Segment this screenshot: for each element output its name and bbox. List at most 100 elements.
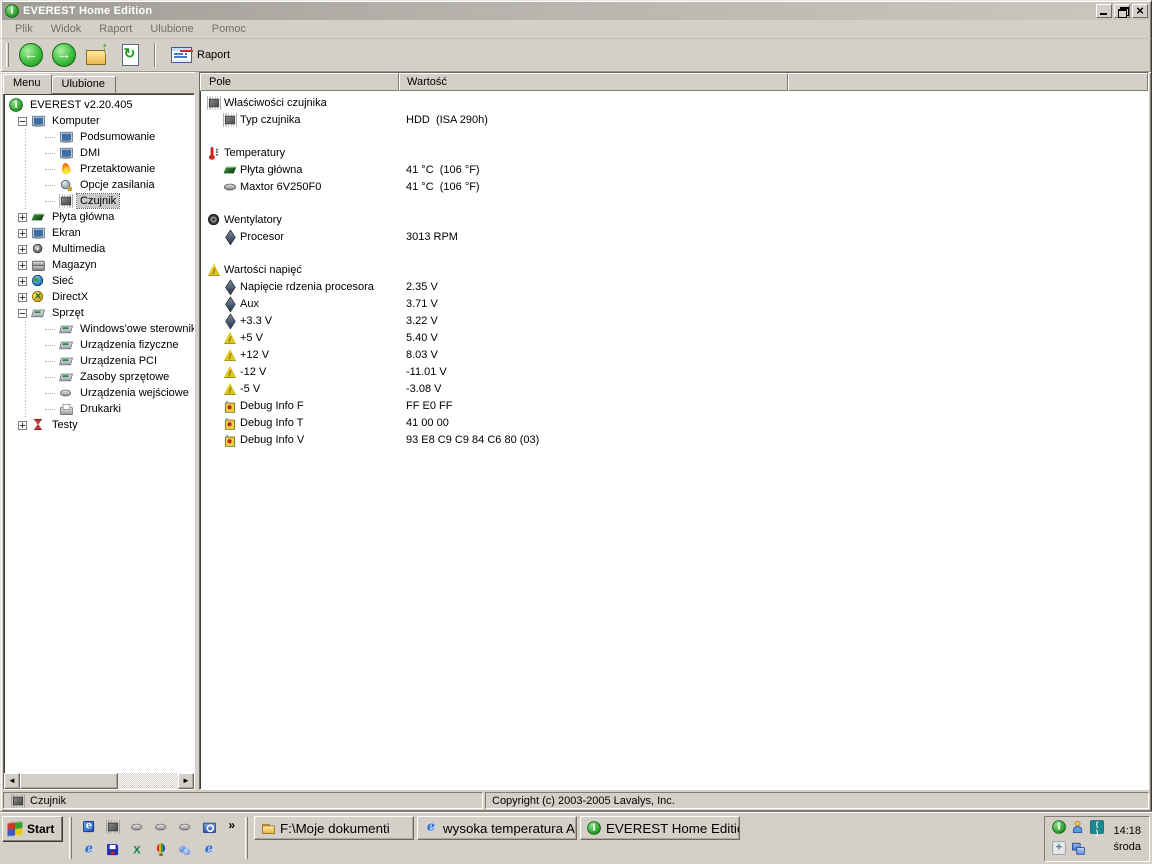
start-button[interactable]: Start — [2, 816, 64, 842]
tree-item-czujnik[interactable]: Czujnik — [4, 193, 194, 209]
column-header-wartosc[interactable]: Wartość — [399, 73, 788, 91]
quicklaunch-mouse-icon[interactable] — [126, 816, 148, 838]
expand-toggle-icon[interactable] — [18, 274, 27, 290]
item-row-+3.3-v[interactable]: +3.3 V 3.22 V — [200, 312, 1148, 329]
tree-frame: EVEREST v2.20.405 Komputer Podsumowanie DMI… — [3, 93, 195, 790]
restore-button[interactable] — [1114, 4, 1130, 18]
back-button[interactable] — [16, 41, 46, 69]
forward-button[interactable] — [49, 41, 79, 69]
tree-item-multimedia[interactable]: Multimedia — [4, 241, 194, 258]
expand-toggle-icon[interactable] — [18, 418, 27, 434]
expand-toggle-icon[interactable] — [18, 242, 27, 258]
tree-item-zasoby-sprzętowe[interactable]: Zasoby sprzętowe — [4, 369, 194, 385]
tree-item-ekran[interactable]: Ekran — [4, 225, 194, 242]
item-row-+12-v[interactable]: +12 V 8.03 V — [200, 346, 1148, 363]
menu-item-ulubione[interactable]: Ulubione — [142, 21, 201, 37]
tray-user-icon[interactable] — [1070, 819, 1086, 838]
quicklaunch-chip-icon[interactable] — [102, 816, 124, 838]
item-row-napięcie-rdzenia-procesora[interactable]: Napięcie rdzenia procesora 2.35 V — [200, 278, 1148, 295]
tree-item-płyta-główna[interactable]: Płyta główna — [4, 209, 194, 226]
tree-item-urządzenia-fizyczne[interactable]: Urządzenia fizyczne — [4, 337, 194, 353]
task-button-everest-home-edition[interactable]: EVEREST Home Edition — [580, 816, 741, 840]
close-button[interactable] — [1132, 3, 1148, 18]
collapse-toggle-icon[interactable] — [18, 114, 27, 130]
tray-everest-tray-icon[interactable] — [1051, 819, 1067, 838]
tree-item-magazyn[interactable]: Magazyn — [4, 257, 194, 274]
quicklaunch-ie-icon[interactable] — [78, 839, 100, 861]
menu-item-plik[interactable]: Plik — [7, 21, 41, 37]
tree-item-komputer[interactable]: Komputer — [4, 113, 194, 130]
tray-network-tray-icon[interactable] — [1070, 840, 1086, 859]
mouse-icon — [131, 820, 145, 834]
scrollbar-track[interactable] — [20, 773, 178, 789]
tree-horizontal-scrollbar[interactable]: ◄ ► — [4, 773, 194, 789]
item-row-5-v[interactable]: -5 V -3.08 V — [200, 380, 1148, 397]
quicklaunch-overflow-chevron[interactable]: » — [222, 816, 239, 832]
expand-toggle-icon[interactable] — [18, 210, 27, 226]
section-row-wartości-napięć[interactable]: Wartości napięć — [200, 261, 1148, 278]
taskband-grip[interactable] — [245, 817, 249, 859]
tree-item-label: Drukarki — [80, 403, 121, 415]
task-button-wysoka-temperatura-au...[interactable]: wysoka temperatura AU... — [417, 816, 578, 840]
scroll-left-icon[interactable]: ◄ — [4, 773, 20, 789]
quicklaunch-outlook-express-icon[interactable] — [78, 816, 100, 838]
section-row-wentylatory[interactable]: Wentylatory — [200, 211, 1148, 228]
report-button[interactable]: Raport — [165, 41, 239, 69]
item-row-12-v[interactable]: -12 V -11.01 V — [200, 363, 1148, 380]
quicklaunch-balloon-icon[interactable] — [150, 839, 172, 861]
expand-toggle-icon[interactable] — [18, 290, 27, 306]
tree-item-directx[interactable]: DirectX — [4, 289, 194, 306]
tree-item-drukarki[interactable]: Drukarki — [4, 401, 194, 417]
item-row-procesor[interactable]: Procesor 3013 RPM — [200, 228, 1148, 245]
collapse-toggle-icon[interactable] — [18, 306, 27, 322]
tree-item-podsumowanie[interactable]: Podsumowanie — [4, 129, 194, 145]
tab-ulubione[interactable]: Ulubione — [51, 76, 116, 93]
tree-item-dmi[interactable]: DMI — [4, 145, 194, 161]
section-row-temperatury[interactable]: Temperatury — [200, 144, 1148, 161]
expand-toggle-icon[interactable] — [18, 226, 27, 242]
tree-item-sprzęt[interactable]: Sprzęt — [4, 305, 194, 322]
tree-item-urządzenia-wejściowe[interactable]: Urządzenia wejściowe — [4, 385, 194, 401]
item-row-debug-info-t[interactable]: Debug Info T 41 00 00 — [200, 414, 1148, 431]
column-header-pole[interactable]: Pole — [200, 73, 399, 91]
tab-menu[interactable]: Menu — [3, 74, 52, 94]
item-row-płyta-główna[interactable]: Płyta główna 41 °C (106 °F) — [200, 161, 1148, 178]
tray-crosshair-icon[interactable] — [1051, 840, 1067, 859]
item-row-debug-info-v[interactable]: Debug Info V 93 E8 C9 C9 84 C6 80 (03) — [200, 431, 1148, 448]
scroll-right-icon[interactable]: ► — [178, 773, 194, 789]
task-button-f-moje-dokumenti[interactable]: F:\Moje dokumenti — [254, 816, 415, 840]
section-row-właściwości-czujnika[interactable]: Właściwości czujnika — [200, 94, 1148, 111]
tree-item-sieć[interactable]: Sieć — [4, 273, 194, 290]
menu-item-raport[interactable]: Raport — [91, 21, 140, 37]
tree-item-windows-owe-sterowniki-u[interactable]: Windows'owe sterowniki u — [4, 321, 194, 337]
tree-item-everest-v2.20.405[interactable]: EVEREST v2.20.405 — [4, 97, 194, 113]
minimize-button[interactable] — [1096, 4, 1112, 18]
quicklaunch-netmeeting-icon[interactable] — [174, 839, 196, 861]
tree-item-opcje-zasilania[interactable]: Opcje zasilania — [4, 177, 194, 193]
tree-item-przetaktowanie[interactable]: Przetaktowanie — [4, 161, 194, 177]
tray-clock[interactable]: 14:18 środa — [1113, 823, 1143, 855]
quicklaunch-excel-icon[interactable] — [126, 839, 148, 861]
quicklaunch-save-icon[interactable] — [102, 839, 124, 861]
quicklaunch-mouse-icon[interactable] — [150, 816, 172, 838]
item-row-typ-czujnika[interactable]: Typ czujnika HDD (ISA 290h) — [200, 111, 1148, 128]
scrollbar-thumb[interactable] — [20, 773, 118, 789]
menu-item-pomoc[interactable]: Pomoc — [204, 21, 254, 37]
expand-toggle-icon[interactable] — [18, 258, 27, 274]
title-bar[interactable]: EVEREST Home Edition — [2, 2, 1150, 20]
toolbar-grip[interactable] — [6, 43, 9, 67]
tray-teal-app-icon[interactable] — [1089, 819, 1105, 838]
refresh-button[interactable] — [115, 41, 145, 69]
item-row-aux[interactable]: Aux 3.71 V — [200, 295, 1148, 312]
folder-up-button[interactable] — [82, 40, 112, 69]
quicklaunch-grip[interactable] — [69, 817, 73, 859]
quicklaunch-ie-icon[interactable] — [198, 839, 220, 861]
tree-item-testy[interactable]: Testy — [4, 417, 194, 434]
menu-item-widok[interactable]: Widok — [43, 21, 90, 37]
quicklaunch-search-folder-icon[interactable] — [198, 816, 220, 838]
item-row-maxtor-6v250f0[interactable]: Maxtor 6V250F0 41 °C (106 °F) — [200, 178, 1148, 195]
quicklaunch-mouse-icon[interactable] — [174, 816, 196, 838]
item-row-debug-info-f[interactable]: Debug Info F FF E0 FF — [200, 397, 1148, 414]
tree-item-urządzenia-pci[interactable]: Urządzenia PCI — [4, 353, 194, 369]
item-row-+5-v[interactable]: +5 V 5.40 V — [200, 329, 1148, 346]
